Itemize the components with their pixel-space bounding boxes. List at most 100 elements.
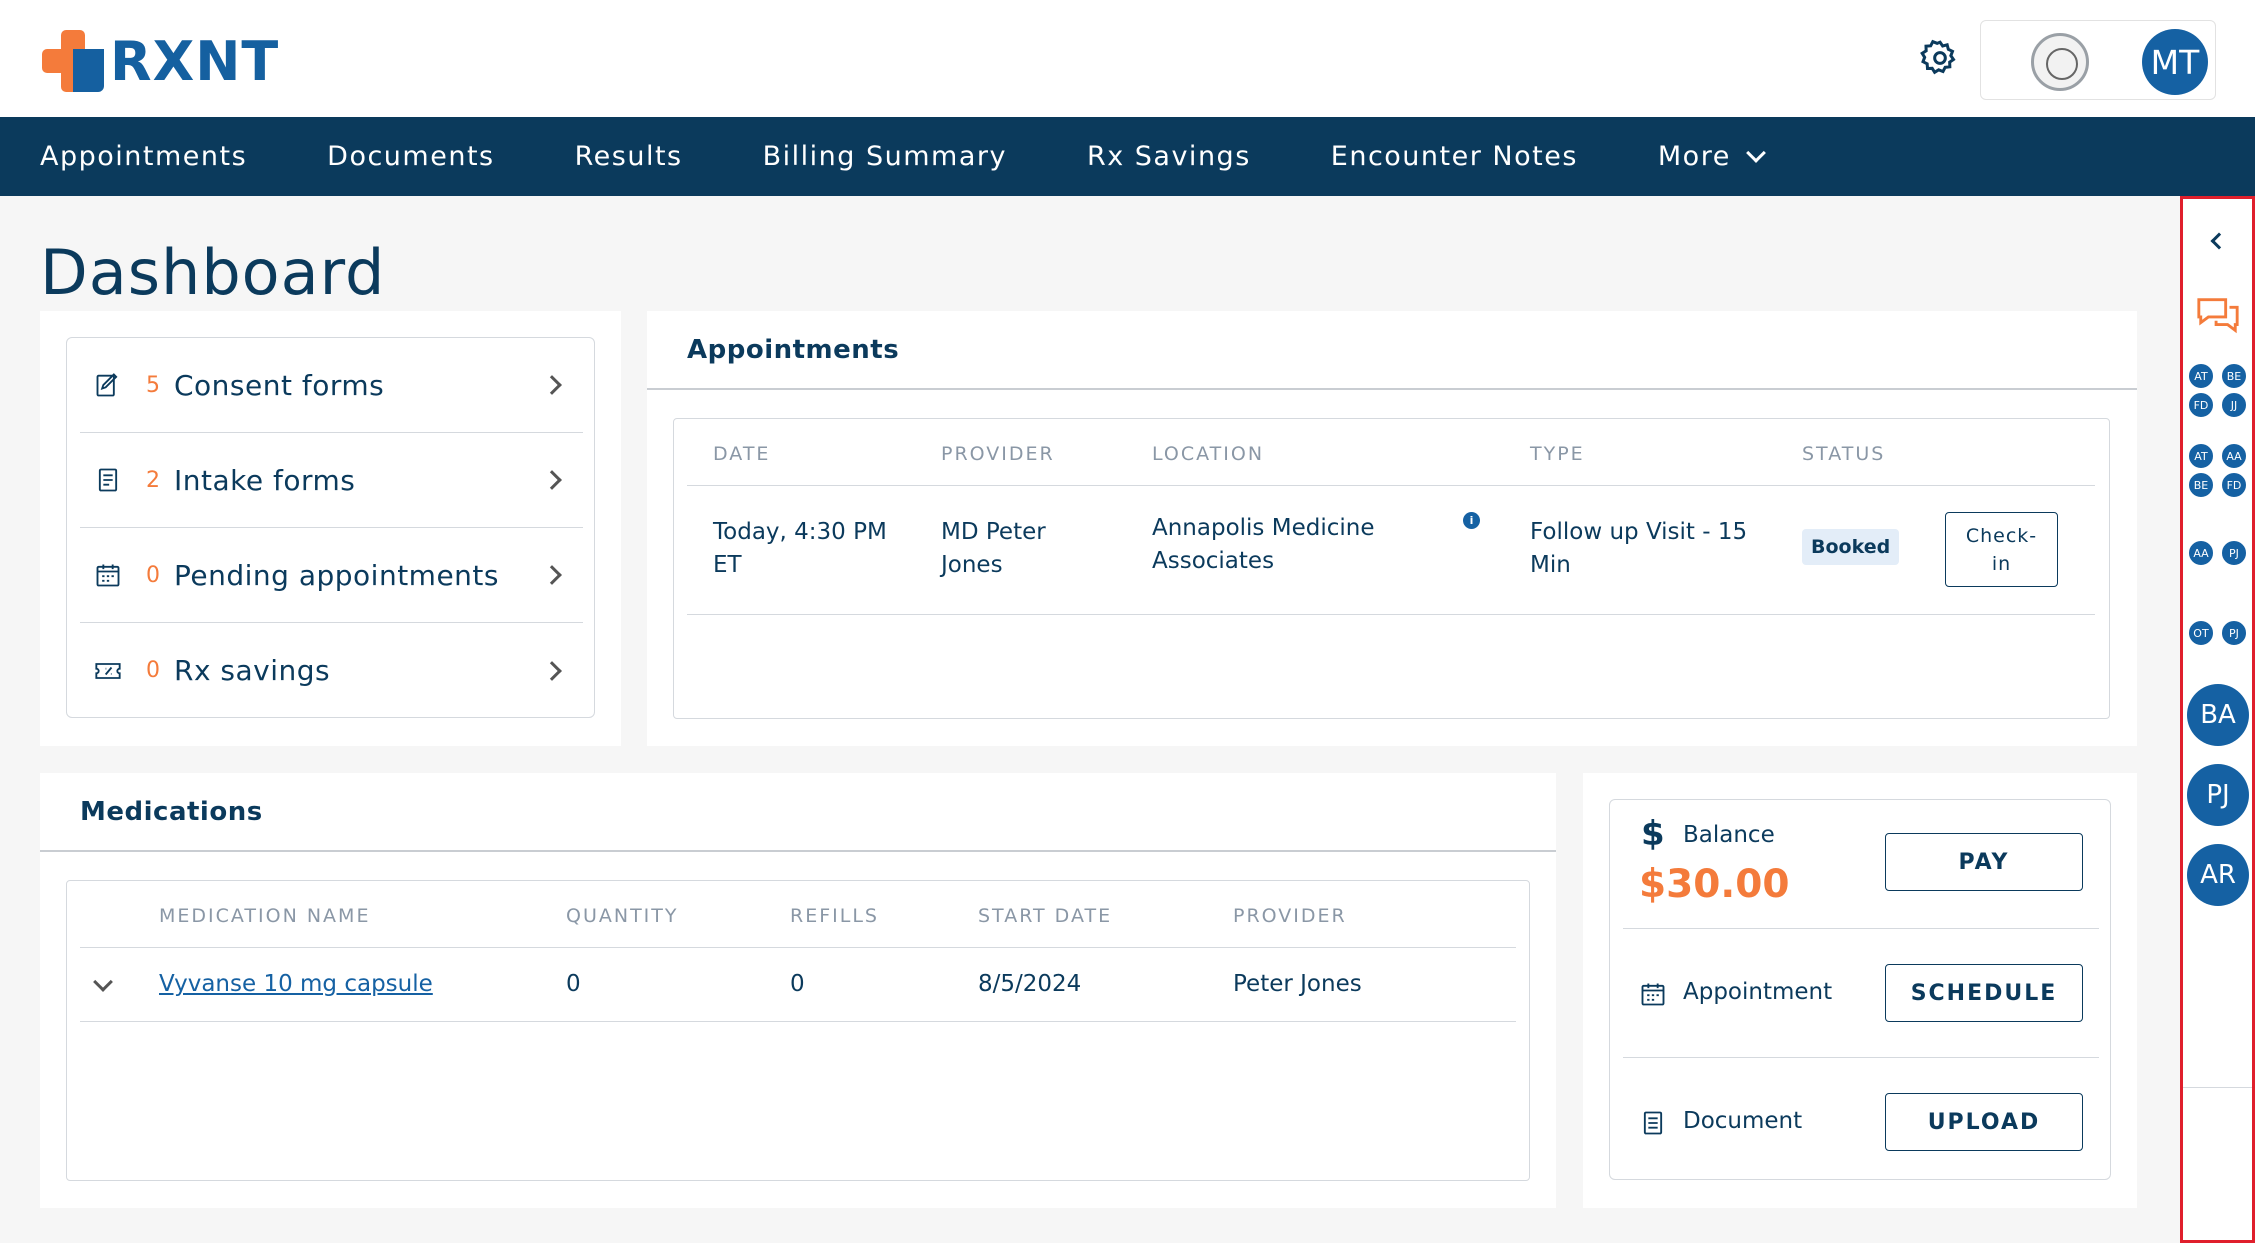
appt-date-tz: ET <box>713 552 742 578</box>
mini-avatar: AA <box>2188 540 2214 566</box>
nav-billing-summary[interactable]: Billing Summary <box>763 141 1007 172</box>
gear-icon[interactable] <box>1920 38 1960 78</box>
medication-provider: Peter Jones <box>1233 971 1362 997</box>
summary-label: Rx savings <box>174 654 331 687</box>
mini-avatar: FD <box>2188 392 2214 418</box>
consent-form-icon <box>96 373 118 397</box>
appt-location-cont: Associates <box>1152 548 1275 574</box>
summary-card: 5 Consent forms 2 Intake forms 0 Pending… <box>40 311 621 746</box>
schedule-button[interactable]: SCHEDULE <box>1885 964 2083 1022</box>
conversations-rail: AT BE FD JJ AT AA BE FD AA PJ OT PJ BA P… <box>2180 196 2255 1243</box>
intake-form-icon <box>98 468 118 492</box>
balance-label: Balance <box>1683 822 1775 848</box>
mini-avatar: JJ <box>2221 392 2247 418</box>
summary-item-intake-forms[interactable]: 2 Intake forms <box>80 433 583 528</box>
medication-name-link[interactable]: Vyvanse 10 mg capsule <box>159 968 433 1001</box>
col-refills: REFILLS <box>790 905 879 927</box>
info-icon[interactable]: i <box>1463 512 1480 529</box>
mini-avatar: FD <box>2221 472 2247 498</box>
appt-location: Annapolis Medicine <box>1152 515 1375 541</box>
medications-title: Medications <box>80 797 263 827</box>
chevron-right-icon <box>542 660 562 681</box>
nav-appointments[interactable]: Appointments <box>40 141 247 172</box>
mini-avatar: AT <box>2188 443 2214 469</box>
quick-actions-card: $ Balance $30.00 PAY Appointment SCHEDUL… <box>1583 773 2137 1208</box>
quick-actions-list: $ Balance $30.00 PAY Appointment SCHEDUL… <box>1609 799 2111 1180</box>
appt-provider: MD Peter <box>941 519 1046 545</box>
medications-header: Medications <box>40 773 1556 852</box>
chevron-left-icon[interactable] <box>2210 232 2228 250</box>
summary-count: 0 <box>146 658 160 683</box>
document-row: Document UPLOAD <box>1623 1058 2099 1181</box>
profile-switcher[interactable]: MT <box>1980 20 2216 100</box>
conversation-avatar[interactable]: PJ <box>2187 764 2249 826</box>
col-status: STATUS <box>1802 443 1886 465</box>
summary-count: 5 <box>146 372 160 398</box>
summary-label: Consent forms <box>174 368 385 402</box>
col-provider: PROVIDER <box>941 443 1055 465</box>
col-date: DATE <box>713 443 771 465</box>
nav-rx-savings[interactable]: Rx Savings <box>1087 141 1251 172</box>
check-in-label-cont: in <box>1991 553 2012 575</box>
chevron-right-icon <box>542 470 562 490</box>
appointments-table: DATE PROVIDER LOCATION TYPE STATUS Today… <box>673 418 2110 719</box>
nav-more-label: More <box>1657 141 1731 172</box>
conversation-avatar[interactable]: BA <box>2187 684 2249 746</box>
top-header: RXNT MT <box>0 0 2255 117</box>
appt-type-cont: Min <box>1530 552 1571 578</box>
status-badge: Booked <box>1802 529 1900 565</box>
summary-label: Pending appointments <box>174 558 499 592</box>
balance-row: $ Balance $30.00 PAY <box>1623 800 2099 929</box>
appointment-row: Appointment SCHEDULE <box>1623 929 2099 1058</box>
appt-type: Follow up Visit - 15 <box>1530 519 1748 545</box>
check-in-label: Check- <box>1965 525 2038 547</box>
page-title: Dashboard <box>40 236 386 309</box>
mini-avatar: PJ <box>2221 540 2247 566</box>
conversation-avatar[interactable]: AR <box>2187 844 2249 906</box>
logo-wordmark: RXNT <box>110 29 280 93</box>
summary-list: 5 Consent forms 2 Intake forms 0 Pending… <box>66 337 595 718</box>
col-location: LOCATION <box>1152 443 1265 465</box>
mini-avatar: PJ <box>2221 620 2247 646</box>
summary-count: 2 <box>146 467 160 493</box>
user-avatar[interactable]: MT <box>2142 29 2208 95</box>
col-start-date: START DATE <box>978 905 1113 927</box>
balance-amount: $30.00 <box>1639 862 1790 907</box>
calendar-icon <box>1641 983 1665 1006</box>
rail-divider <box>2183 1087 2252 1088</box>
mini-avatar: BE <box>2188 472 2214 498</box>
appointments-header: Appointments <box>647 311 2137 390</box>
nav-more[interactable]: More <box>1657 141 1766 172</box>
nav-documents[interactable]: Documents <box>327 141 494 172</box>
rxnt-logo[interactable]: RXNT <box>42 29 280 93</box>
appt-date: Today, 4:30 PM <box>713 519 887 545</box>
expand-row-icon[interactable] <box>93 972 113 992</box>
summary-count: 0 <box>146 562 160 588</box>
appointments-card: Appointments DATE PROVIDER LOCATION TYPE… <box>647 311 2137 746</box>
document-label: Document <box>1683 1108 1803 1134</box>
nav-encounter-notes[interactable]: Encounter Notes <box>1331 141 1578 172</box>
document-icon <box>1643 1111 1663 1135</box>
summary-item-rx-savings[interactable]: 0 Rx savings <box>80 623 583 718</box>
medications-card: Medications MEDICATION NAME QUANTITY REF… <box>40 773 1556 1208</box>
header-divider <box>80 947 1516 948</box>
summary-label: Intake forms <box>174 463 356 497</box>
check-in-button[interactable]: Check- in <box>1945 512 2058 587</box>
mini-avatar: AT <box>2188 363 2214 389</box>
pay-button[interactable]: PAY <box>1885 833 2083 891</box>
medication-start-date: 8/5/2024 <box>978 971 1082 997</box>
chat-icon[interactable] <box>2195 295 2241 335</box>
nav-results[interactable]: Results <box>575 141 683 172</box>
main-nav: Appointments Documents Results Billing S… <box>0 117 2255 196</box>
medication-refills: 0 <box>790 971 805 997</box>
logo-cross-icon <box>42 30 104 92</box>
upload-button[interactable]: UPLOAD <box>1885 1093 2083 1151</box>
summary-item-consent-forms[interactable]: 5 Consent forms <box>80 338 583 433</box>
mini-avatar: BE <box>2221 363 2247 389</box>
mini-avatar: AA <box>2221 443 2247 469</box>
row-divider <box>80 1021 1516 1022</box>
appt-provider-cont: Jones <box>941 552 1003 578</box>
summary-item-pending-appointments[interactable]: 0 Pending appointments <box>80 528 583 623</box>
calendar-icon <box>96 564 120 587</box>
medication-quantity: 0 <box>566 971 581 997</box>
